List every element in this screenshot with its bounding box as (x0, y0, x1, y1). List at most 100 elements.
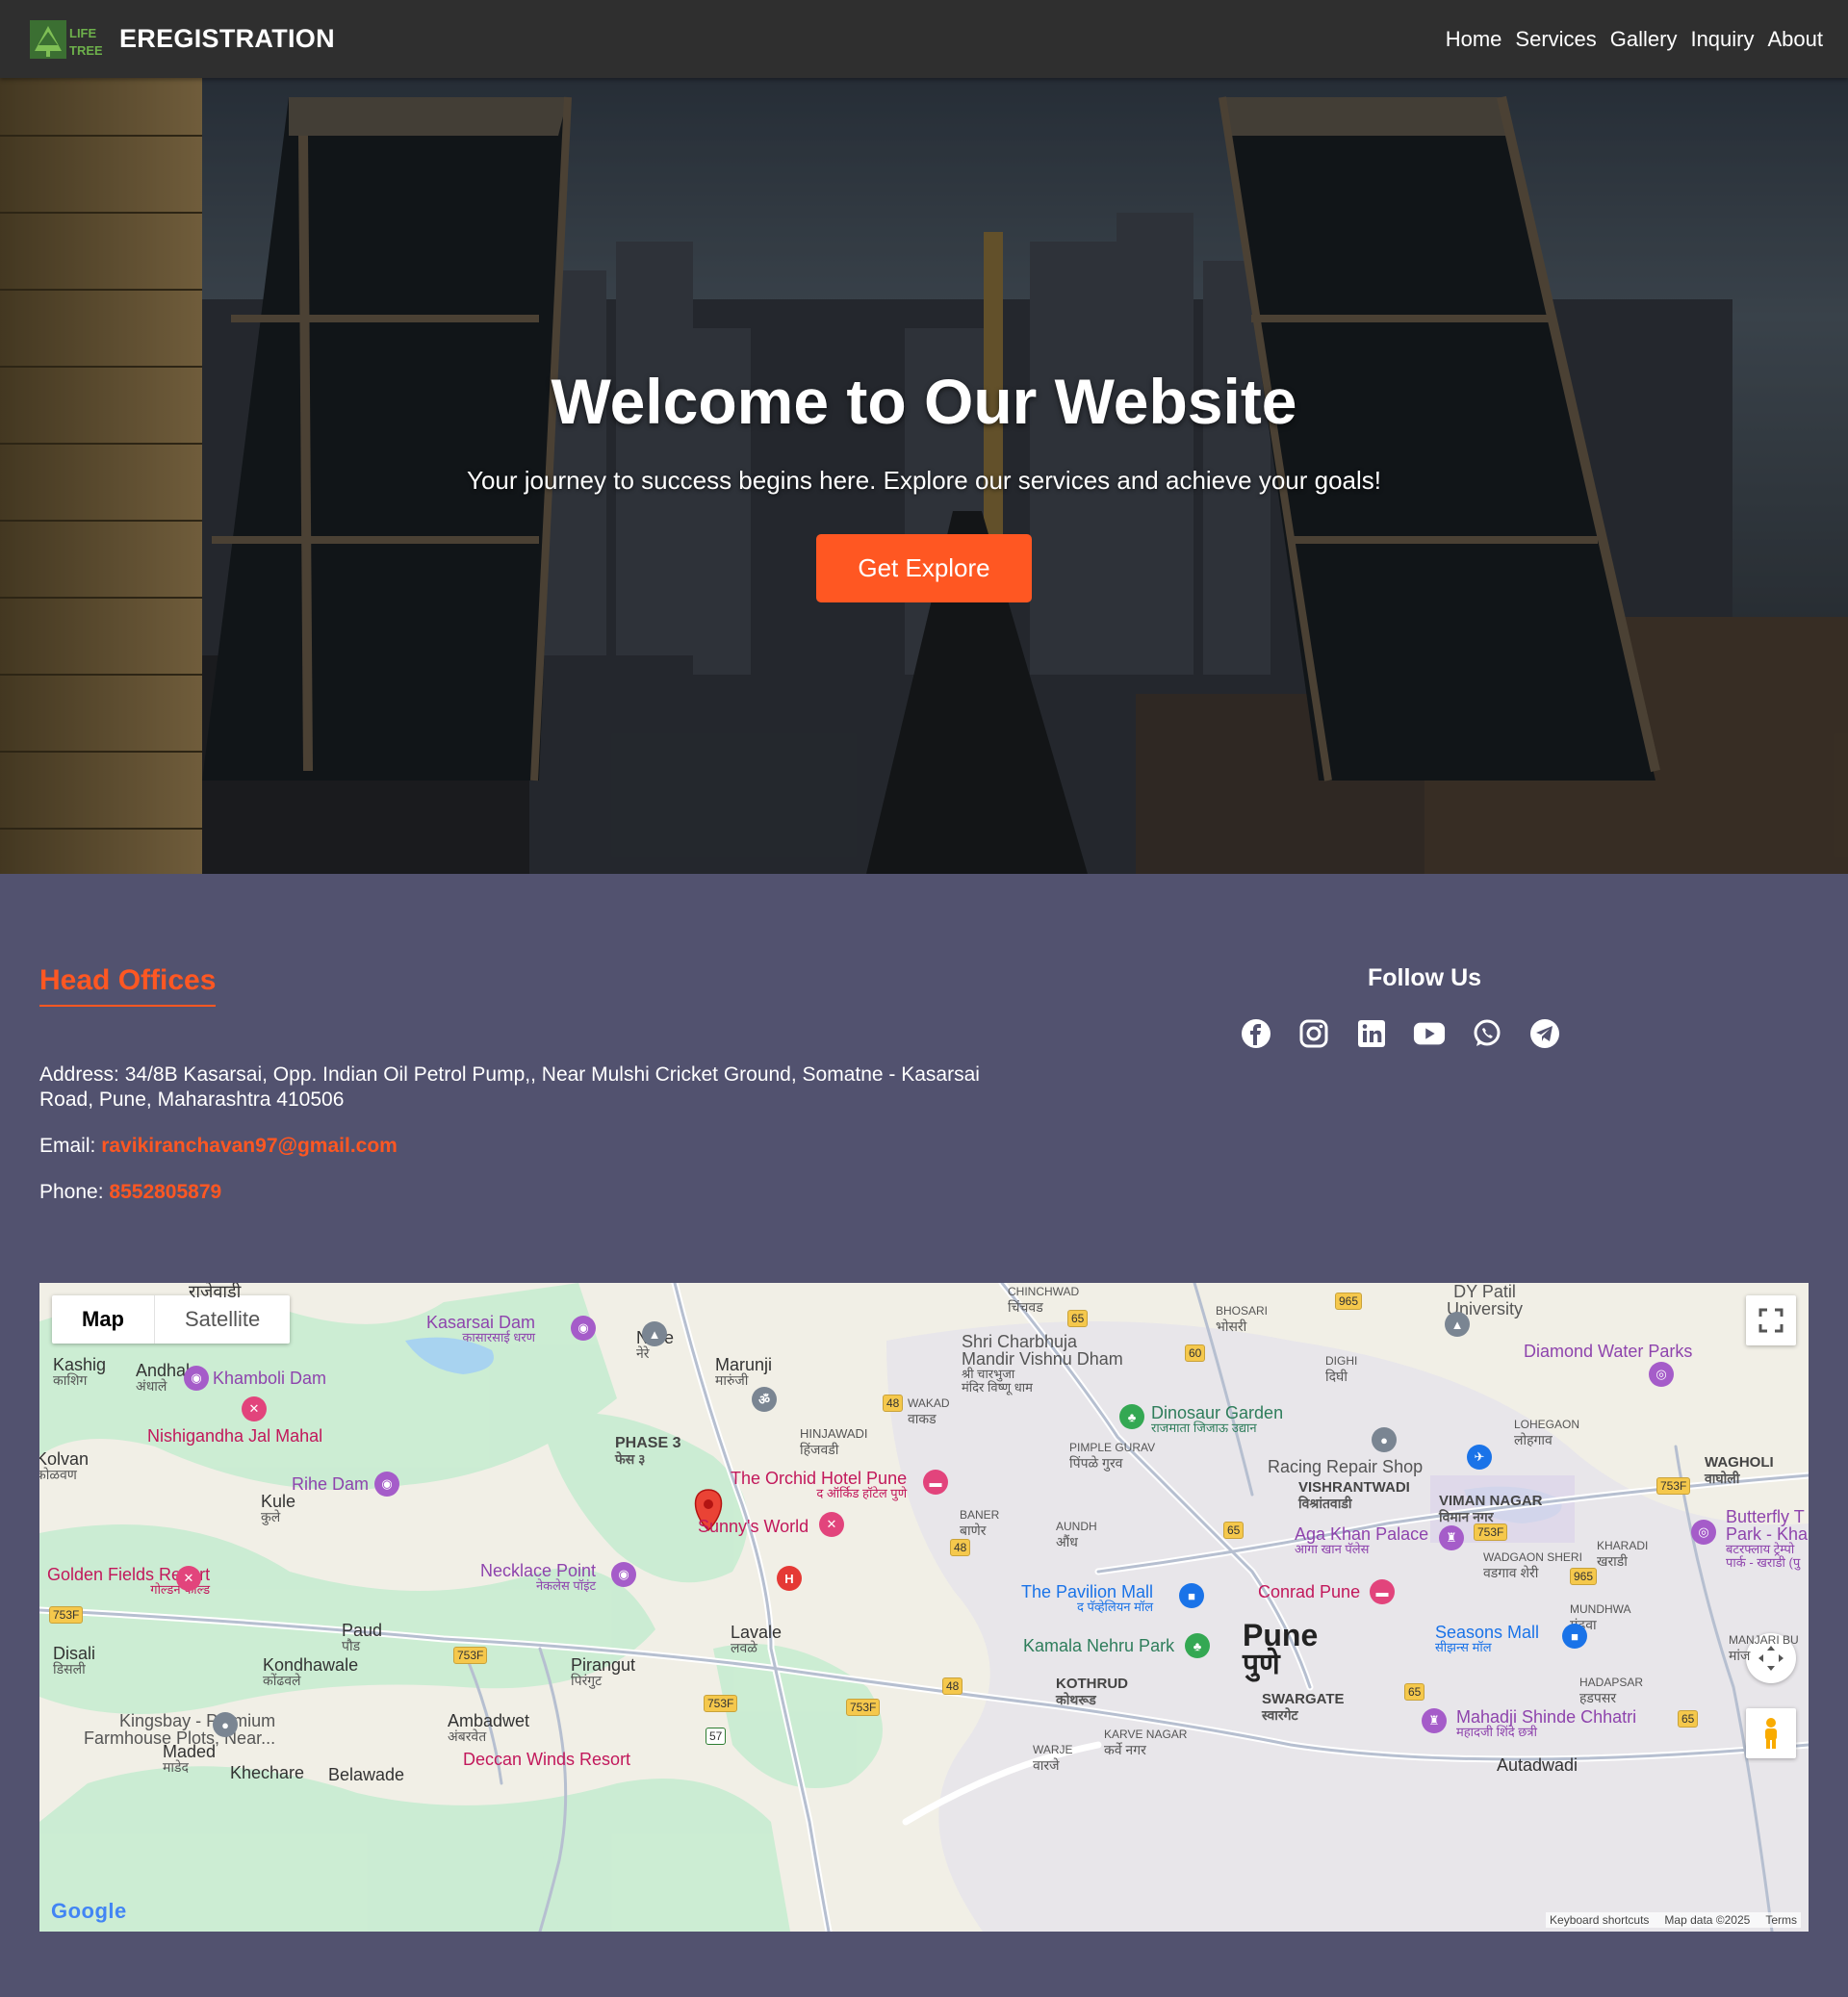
map-label-marunji-en: Marunji (715, 1355, 773, 1374)
road-shield: 65 (1404, 1683, 1425, 1701)
map-label-wagholi-mr: वाघोली (1705, 1471, 1740, 1486)
poi-orchid-hotel[interactable]: The Orchid Hotel Pune द ऑर्किड हॉटेल पुणे (731, 1470, 907, 1500)
park-icon[interactable]: ◎ (1691, 1520, 1716, 1545)
poi-deccan-winds-resort[interactable]: Deccan Winds Resort (463, 1751, 630, 1768)
camera-icon[interactable]: ◉ (611, 1562, 636, 1587)
water-park-icon[interactable]: ◎ (1649, 1362, 1674, 1387)
pegman-button[interactable] (1746, 1708, 1796, 1758)
hospital-icon[interactable]: H (777, 1566, 802, 1591)
airport-icon[interactable]: ✈ (1467, 1445, 1492, 1470)
poi-sunnys-world[interactable]: Sunny's World (698, 1518, 808, 1535)
map-label-lohegaon: LOHEGAON लोहगाव (1514, 1416, 1579, 1447)
poi-dinosaur-garden[interactable]: Dinosaur Garden राजमाता जिजाऊ उद्यान (1151, 1404, 1283, 1435)
poi-mahadji-shinde-chhatri[interactable]: Mahadji Shinde Chhatri महादजी शिंदे छत्री (1456, 1708, 1636, 1739)
shopping-icon[interactable]: ■ (1179, 1583, 1204, 1608)
poi-conrad-pune[interactable]: Conrad Pune (1258, 1583, 1360, 1600)
follow-us-heading: Follow Us (1367, 964, 1482, 991)
nav-gallery[interactable]: Gallery (1610, 27, 1678, 52)
fullscreen-button[interactable] (1746, 1295, 1796, 1345)
poi-necklace-point[interactable]: Necklace Point नेकलेस पॉइंट (480, 1562, 596, 1593)
map-label-kondhawale: Kondhawale कोंढवले (263, 1656, 358, 1688)
map-type-map-button[interactable]: Map (52, 1295, 155, 1344)
linkedin-icon[interactable] (1355, 1017, 1388, 1050)
road-shield: 753F (704, 1695, 738, 1712)
svg-text:TREE: TREE (69, 43, 102, 58)
attraction-icon[interactable]: ✕ (242, 1396, 267, 1421)
map-label-swargate-mr: स्वारगेट (1262, 1707, 1298, 1723)
poi-kasarsai-dam[interactable]: Kasarsai Dam कासारसाई धरण (426, 1314, 535, 1344)
whatsapp-icon[interactable] (1471, 1017, 1503, 1050)
map-embed[interactable]: Map Satellite राजेवाडी Kashig काशिग Andha… (39, 1283, 1809, 1932)
camera-icon[interactable]: ◉ (571, 1316, 596, 1341)
facebook-icon[interactable] (1240, 1017, 1272, 1050)
phone-link[interactable]: 8552805879 (109, 1181, 221, 1203)
email-label: Email: (39, 1135, 96, 1157)
poi-orchid-hotel-en: The Orchid Hotel Pune (731, 1469, 908, 1488)
brand[interactable]: LIFE TREE EREGISTRATION (29, 18, 335, 61)
poi-pavilion-mall-mr: द पॅव्हेलियन मॉल (1077, 1600, 1154, 1614)
poi-diamond-water-parks[interactable]: Diamond Water Parks (1524, 1343, 1692, 1360)
map-label-warje-en: WARJE (1033, 1743, 1073, 1756)
poi-nishigandha[interactable]: Nishigandha Jal Mahal (147, 1427, 322, 1445)
brand-name[interactable]: EREGISTRATION (119, 24, 335, 54)
camera-icon[interactable]: ◉ (374, 1472, 399, 1497)
map-data-text: Map data ©2025 (1664, 1913, 1751, 1927)
nav-home[interactable]: Home (1446, 27, 1502, 52)
map-label-phase3: PHASE 3 फेस ३ (615, 1435, 680, 1467)
map-label-pimple-gurav-en: PIMPLE GURAV (1069, 1441, 1156, 1454)
poi-butterfly-park[interactable]: Butterfly T Park - Kha बटरफ्लाय ट्रेम्पो पा… (1726, 1508, 1808, 1570)
attraction-icon[interactable]: ✕ (819, 1512, 844, 1537)
nav-about[interactable]: About (1768, 27, 1824, 52)
map-label-lavale-en: Lavale (731, 1623, 783, 1642)
poi-pavilion-mall[interactable]: The Pavilion Mall द पॅव्हेलियन मॉल (1021, 1583, 1153, 1614)
poi-shri-charbhuja[interactable]: Shri Charbhuja Mandir Vishnu Dham श्री चार… (962, 1333, 1123, 1395)
poi-seasons-mall[interactable]: Seasons Mall सीझन्स मॉल (1435, 1624, 1539, 1654)
resort-icon[interactable]: ✕ (176, 1566, 201, 1591)
road-shield: 753F (49, 1606, 84, 1624)
map-label-viman-nagar-mr: विमान नगर (1439, 1509, 1494, 1524)
hotel-icon[interactable]: ▬ (923, 1470, 948, 1495)
poi-khamboli-dam[interactable]: Khamboli Dam (213, 1370, 326, 1387)
temple-icon[interactable]: ॐ (752, 1387, 777, 1412)
get-explore-button[interactable]: Get Explore (816, 533, 1032, 602)
google-logo-text: Google (51, 1899, 127, 1923)
poi-dinosaur-garden-en: Dinosaur Garden (1151, 1403, 1284, 1422)
monument-icon[interactable]: ♜ (1439, 1525, 1464, 1550)
map-type-satellite-button[interactable]: Satellite (155, 1295, 290, 1344)
telegram-icon[interactable] (1528, 1017, 1561, 1050)
keyboard-shortcuts-link[interactable]: Keyboard shortcuts (1550, 1913, 1649, 1927)
poi-aga-khan-palace[interactable]: Aga Khan Palace आगा खान पॅलेस (1295, 1525, 1428, 1556)
map-label-maded-mr: माडेद (163, 1759, 189, 1775)
poi-kamala-nehru-park[interactable]: Kamala Nehru Park (1023, 1637, 1174, 1654)
map-label-hinjawadi-en: HINJAWADI (800, 1426, 868, 1441)
email-link[interactable]: ravikiranchavan97@gmail.com (101, 1135, 398, 1157)
poi-kingsbay[interactable]: Kingsbay - Premium Farmhouse Plots, Near.… (84, 1712, 275, 1747)
school-icon[interactable]: ▲ (1445, 1312, 1470, 1337)
hotel-icon[interactable]: ▬ (1370, 1579, 1395, 1604)
camera-icon[interactable]: ◉ (184, 1366, 209, 1391)
terms-link[interactable]: Terms (1765, 1913, 1797, 1927)
map-label-kharadi-en: KHARADI (1597, 1539, 1649, 1552)
youtube-icon[interactable] (1413, 1017, 1446, 1050)
nav-services[interactable]: Services (1515, 27, 1596, 52)
road-shield: 753F (1474, 1523, 1508, 1541)
park-icon[interactable]: ♣ (1119, 1404, 1144, 1429)
nav-inquiry[interactable]: Inquiry (1690, 27, 1754, 52)
poi-rihe-dam[interactable]: Rihe Dam (292, 1475, 369, 1493)
poi-racing-repair-shop[interactable]: Racing Repair Shop (1268, 1458, 1423, 1475)
logo[interactable]: LIFE TREE (29, 18, 102, 61)
place-icon[interactable]: ● (213, 1712, 238, 1737)
map-label-vishrantwadi-en: VISHRANTWADI (1298, 1479, 1410, 1496)
monument-icon[interactable]: ♜ (1422, 1708, 1447, 1733)
school-icon[interactable]: ▲ (642, 1321, 667, 1346)
map-label-viman-nagar-en: VIMAN NAGAR (1439, 1493, 1543, 1509)
map-label-wagholi: WAGHOLI वाघोली (1705, 1454, 1774, 1486)
map-label-belawade: Belawade (328, 1765, 405, 1784)
place-icon[interactable]: ● (1372, 1427, 1397, 1452)
poi-butterfly-park-mr1: बटरफ्लाय ट्रेम्पो (1726, 1542, 1795, 1556)
phone-label: Phone: (39, 1181, 104, 1203)
navbar: LIFE TREE EREGISTRATION Home Services Ga… (0, 0, 1848, 78)
shopping-icon[interactable]: ■ (1562, 1624, 1587, 1649)
instagram-icon[interactable] (1297, 1017, 1330, 1050)
park-icon[interactable]: ♣ (1185, 1633, 1210, 1658)
